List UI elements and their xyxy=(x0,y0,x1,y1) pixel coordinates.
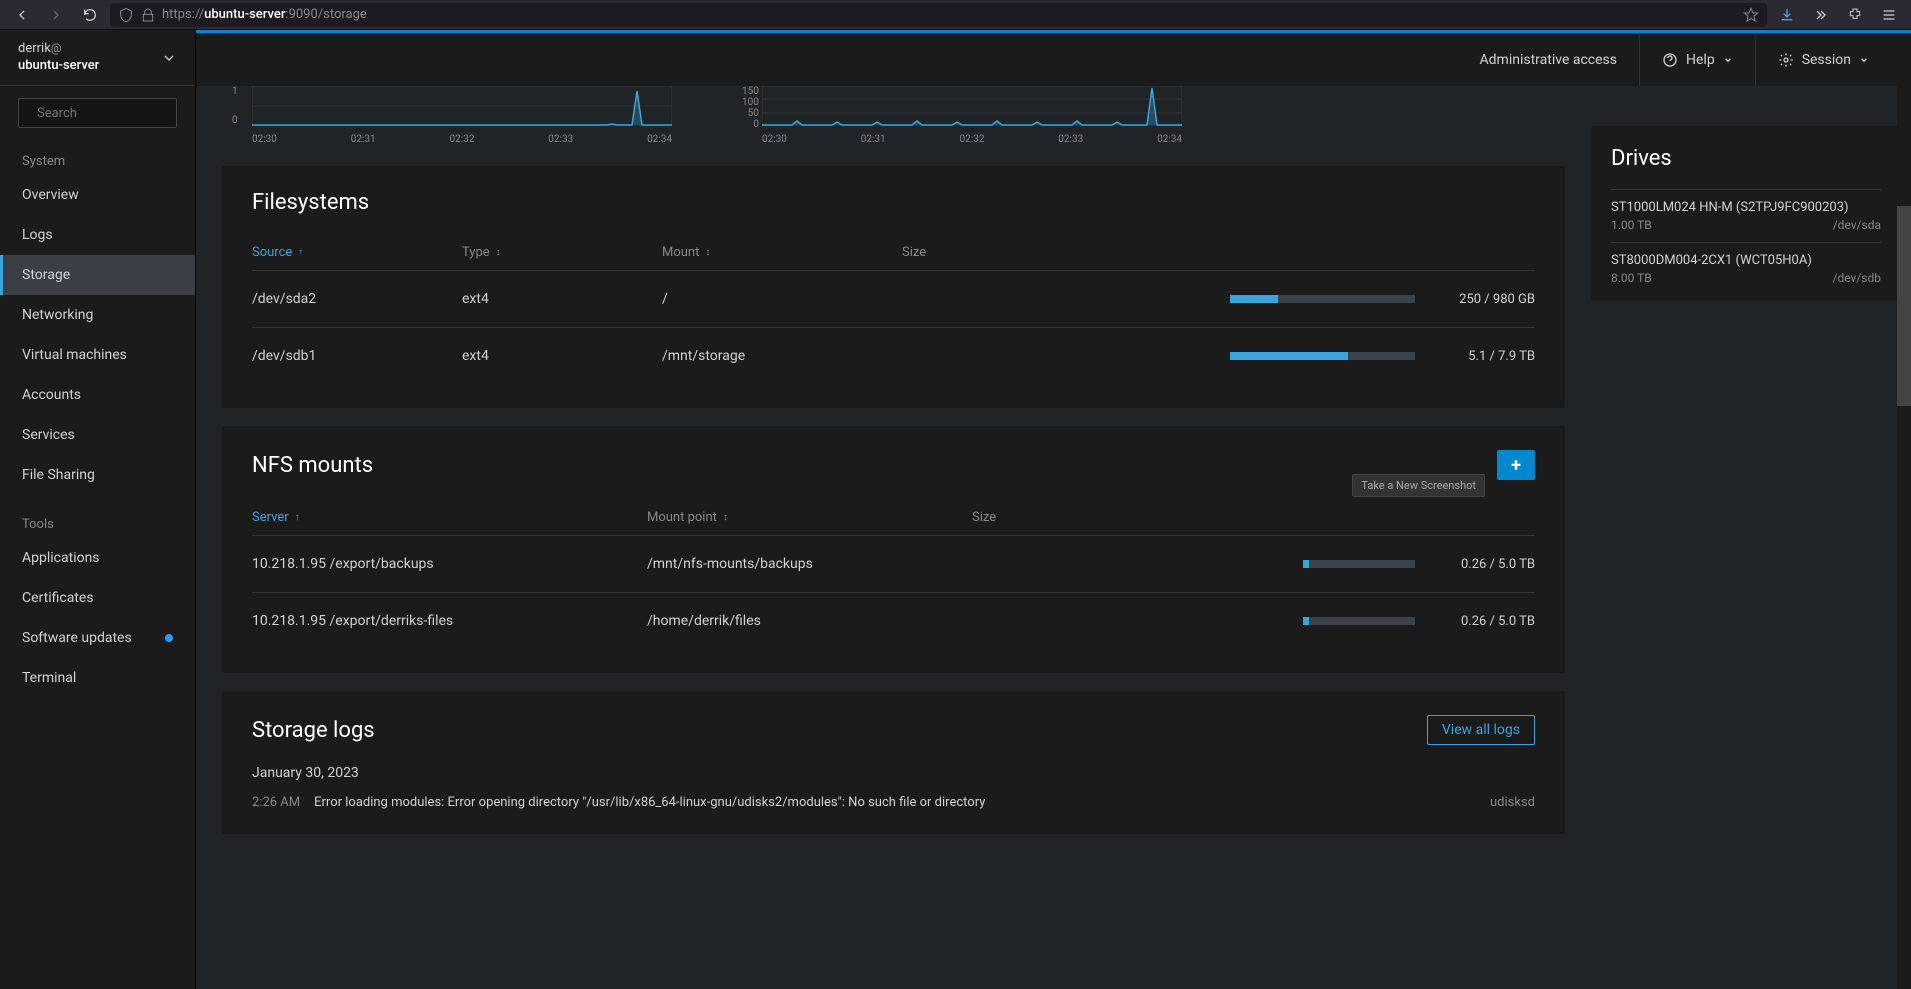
gear-icon xyxy=(1778,52,1794,68)
col-type[interactable]: Type↕ xyxy=(462,245,662,260)
sidebar-item-virtual-machines[interactable]: Virtual machines xyxy=(0,335,195,375)
sidebar-item-file-sharing[interactable]: File Sharing xyxy=(0,455,195,495)
storage-logs-card: Storage logs View all logs January 30, 2… xyxy=(222,691,1565,834)
shield-icon xyxy=(118,7,134,23)
sidebar-item-logs[interactable]: Logs xyxy=(0,215,195,255)
col-server[interactable]: Server↑ xyxy=(252,510,647,525)
host-name: ubuntu-server xyxy=(18,58,99,73)
admin-access-button[interactable]: Administrative access xyxy=(1458,33,1639,86)
sidebar-item-terminal[interactable]: Terminal xyxy=(0,658,195,698)
help-button[interactable]: Help xyxy=(1639,33,1755,86)
sidebar-item-applications[interactable]: Applications xyxy=(0,538,195,578)
sort-asc-icon: ↑ xyxy=(298,247,303,258)
lock-icon xyxy=(140,7,156,23)
sidebar: derrik@ ubuntu-server System Overview Lo… xyxy=(0,30,196,989)
downloads-icon[interactable] xyxy=(1773,2,1801,28)
usage-bar xyxy=(1303,560,1415,568)
usage-bar xyxy=(1303,617,1415,625)
filesystems-card: Filesystems Source↑ Type↕ Mount↕ Size /d… xyxy=(222,166,1565,408)
reload-button[interactable] xyxy=(76,2,104,28)
extensions-icon[interactable] xyxy=(1841,2,1869,28)
storage-logs-title: Storage logs xyxy=(252,718,375,743)
read-chart: 10 02:3002:3102:3202:3302:34 xyxy=(252,86,672,146)
table-row[interactable]: /dev/sdb1 ext4 /mnt/storage 5.1 / 7.9 TB xyxy=(252,327,1535,384)
drives-card: Drives ST1000LM024 HN-M (S2TPJ9FC900203)… xyxy=(1591,126,1901,301)
nav-section-tools: Tools xyxy=(0,511,195,538)
back-button[interactable] xyxy=(8,2,36,28)
col-source[interactable]: Source↑ xyxy=(252,245,462,260)
col-mount[interactable]: Mount↕ xyxy=(662,245,902,260)
sort-asc-icon: ↑ xyxy=(295,512,300,523)
sort-icon: ↕ xyxy=(705,247,710,258)
overflow-icon[interactable] xyxy=(1807,2,1835,28)
usage-bar xyxy=(1230,352,1415,360)
usage-bar xyxy=(1230,295,1415,303)
nfs-title: NFS mounts xyxy=(252,453,373,478)
sidebar-item-accounts[interactable]: Accounts xyxy=(0,375,195,415)
table-row[interactable]: 10.218.1.95 /export/backups /mnt/nfs-mou… xyxy=(252,535,1535,592)
screenshot-tooltip: Take a New Screenshot xyxy=(1352,474,1485,497)
sidebar-item-services[interactable]: Services xyxy=(0,415,195,455)
view-all-logs-button[interactable]: View all logs xyxy=(1427,715,1535,745)
forward-button[interactable] xyxy=(42,2,70,28)
user-name: derrik xyxy=(18,41,51,56)
table-row[interactable]: /dev/sda2 ext4 / 250 / 980 GB xyxy=(252,270,1535,327)
scrollbar[interactable] xyxy=(1897,86,1911,989)
chevron-down-icon xyxy=(161,50,177,66)
browser-toolbar: https://ubuntu-server:9090/storage xyxy=(0,0,1911,30)
help-icon xyxy=(1662,52,1678,68)
app-menu-icon[interactable] xyxy=(1875,2,1903,28)
col-mountpoint[interactable]: Mount point↕ xyxy=(647,510,972,525)
sort-icon: ↕ xyxy=(723,512,728,523)
write-chart: 150100500 02:3002:3102:3202:3302:34 xyxy=(762,86,1182,146)
search-input[interactable] xyxy=(18,98,177,128)
chevron-down-icon xyxy=(1723,55,1733,65)
url-text: https://ubuntu-server:9090/storage xyxy=(162,7,1737,22)
sort-icon: ↕ xyxy=(496,247,501,258)
col-size[interactable]: Size xyxy=(902,245,1535,260)
table-row[interactable]: 10.218.1.95 /export/derriks-files /home/… xyxy=(252,592,1535,649)
chevron-down-icon xyxy=(1859,55,1869,65)
log-date: January 30, 2023 xyxy=(252,765,1535,781)
drive-item[interactable]: ST8000DM004-2CX1 (WCT05H0A) 8.00 TB/dev/… xyxy=(1611,242,1881,295)
sidebar-item-software-updates[interactable]: Software updates xyxy=(0,618,195,658)
update-badge-icon xyxy=(165,634,173,642)
sidebar-item-certificates[interactable]: Certificates xyxy=(0,578,195,618)
nfs-card: NFS mounts + Take a New Screenshot Serve… xyxy=(222,426,1565,673)
drive-item[interactable]: ST1000LM024 HN-M (S2TPJ9FC900203) 1.00 T… xyxy=(1611,189,1881,242)
topbar: Administrative access Help Session xyxy=(196,30,1911,86)
sidebar-item-networking[interactable]: Networking xyxy=(0,295,195,335)
url-bar[interactable]: https://ubuntu-server:9090/storage xyxy=(110,3,1767,27)
scrollbar-thumb[interactable] xyxy=(1897,206,1911,406)
bookmark-star-icon[interactable] xyxy=(1743,7,1759,23)
filesystems-title: Filesystems xyxy=(252,190,1535,215)
add-nfs-button[interactable]: + xyxy=(1497,450,1535,480)
sidebar-item-overview[interactable]: Overview xyxy=(0,175,195,215)
nav-section-system: System xyxy=(0,148,195,175)
col-size[interactable]: Size xyxy=(972,510,1535,525)
host-selector[interactable]: derrik@ ubuntu-server xyxy=(0,30,195,86)
log-entry[interactable]: 2:26 AM Error loading modules: Error ope… xyxy=(252,795,1535,810)
drives-title: Drives xyxy=(1611,146,1881,171)
io-charts: 10 02:3002:3102:3202:3302:34 150100500 xyxy=(222,86,1565,146)
sidebar-item-storage[interactable]: Storage xyxy=(0,255,195,295)
session-button[interactable]: Session xyxy=(1755,33,1891,86)
